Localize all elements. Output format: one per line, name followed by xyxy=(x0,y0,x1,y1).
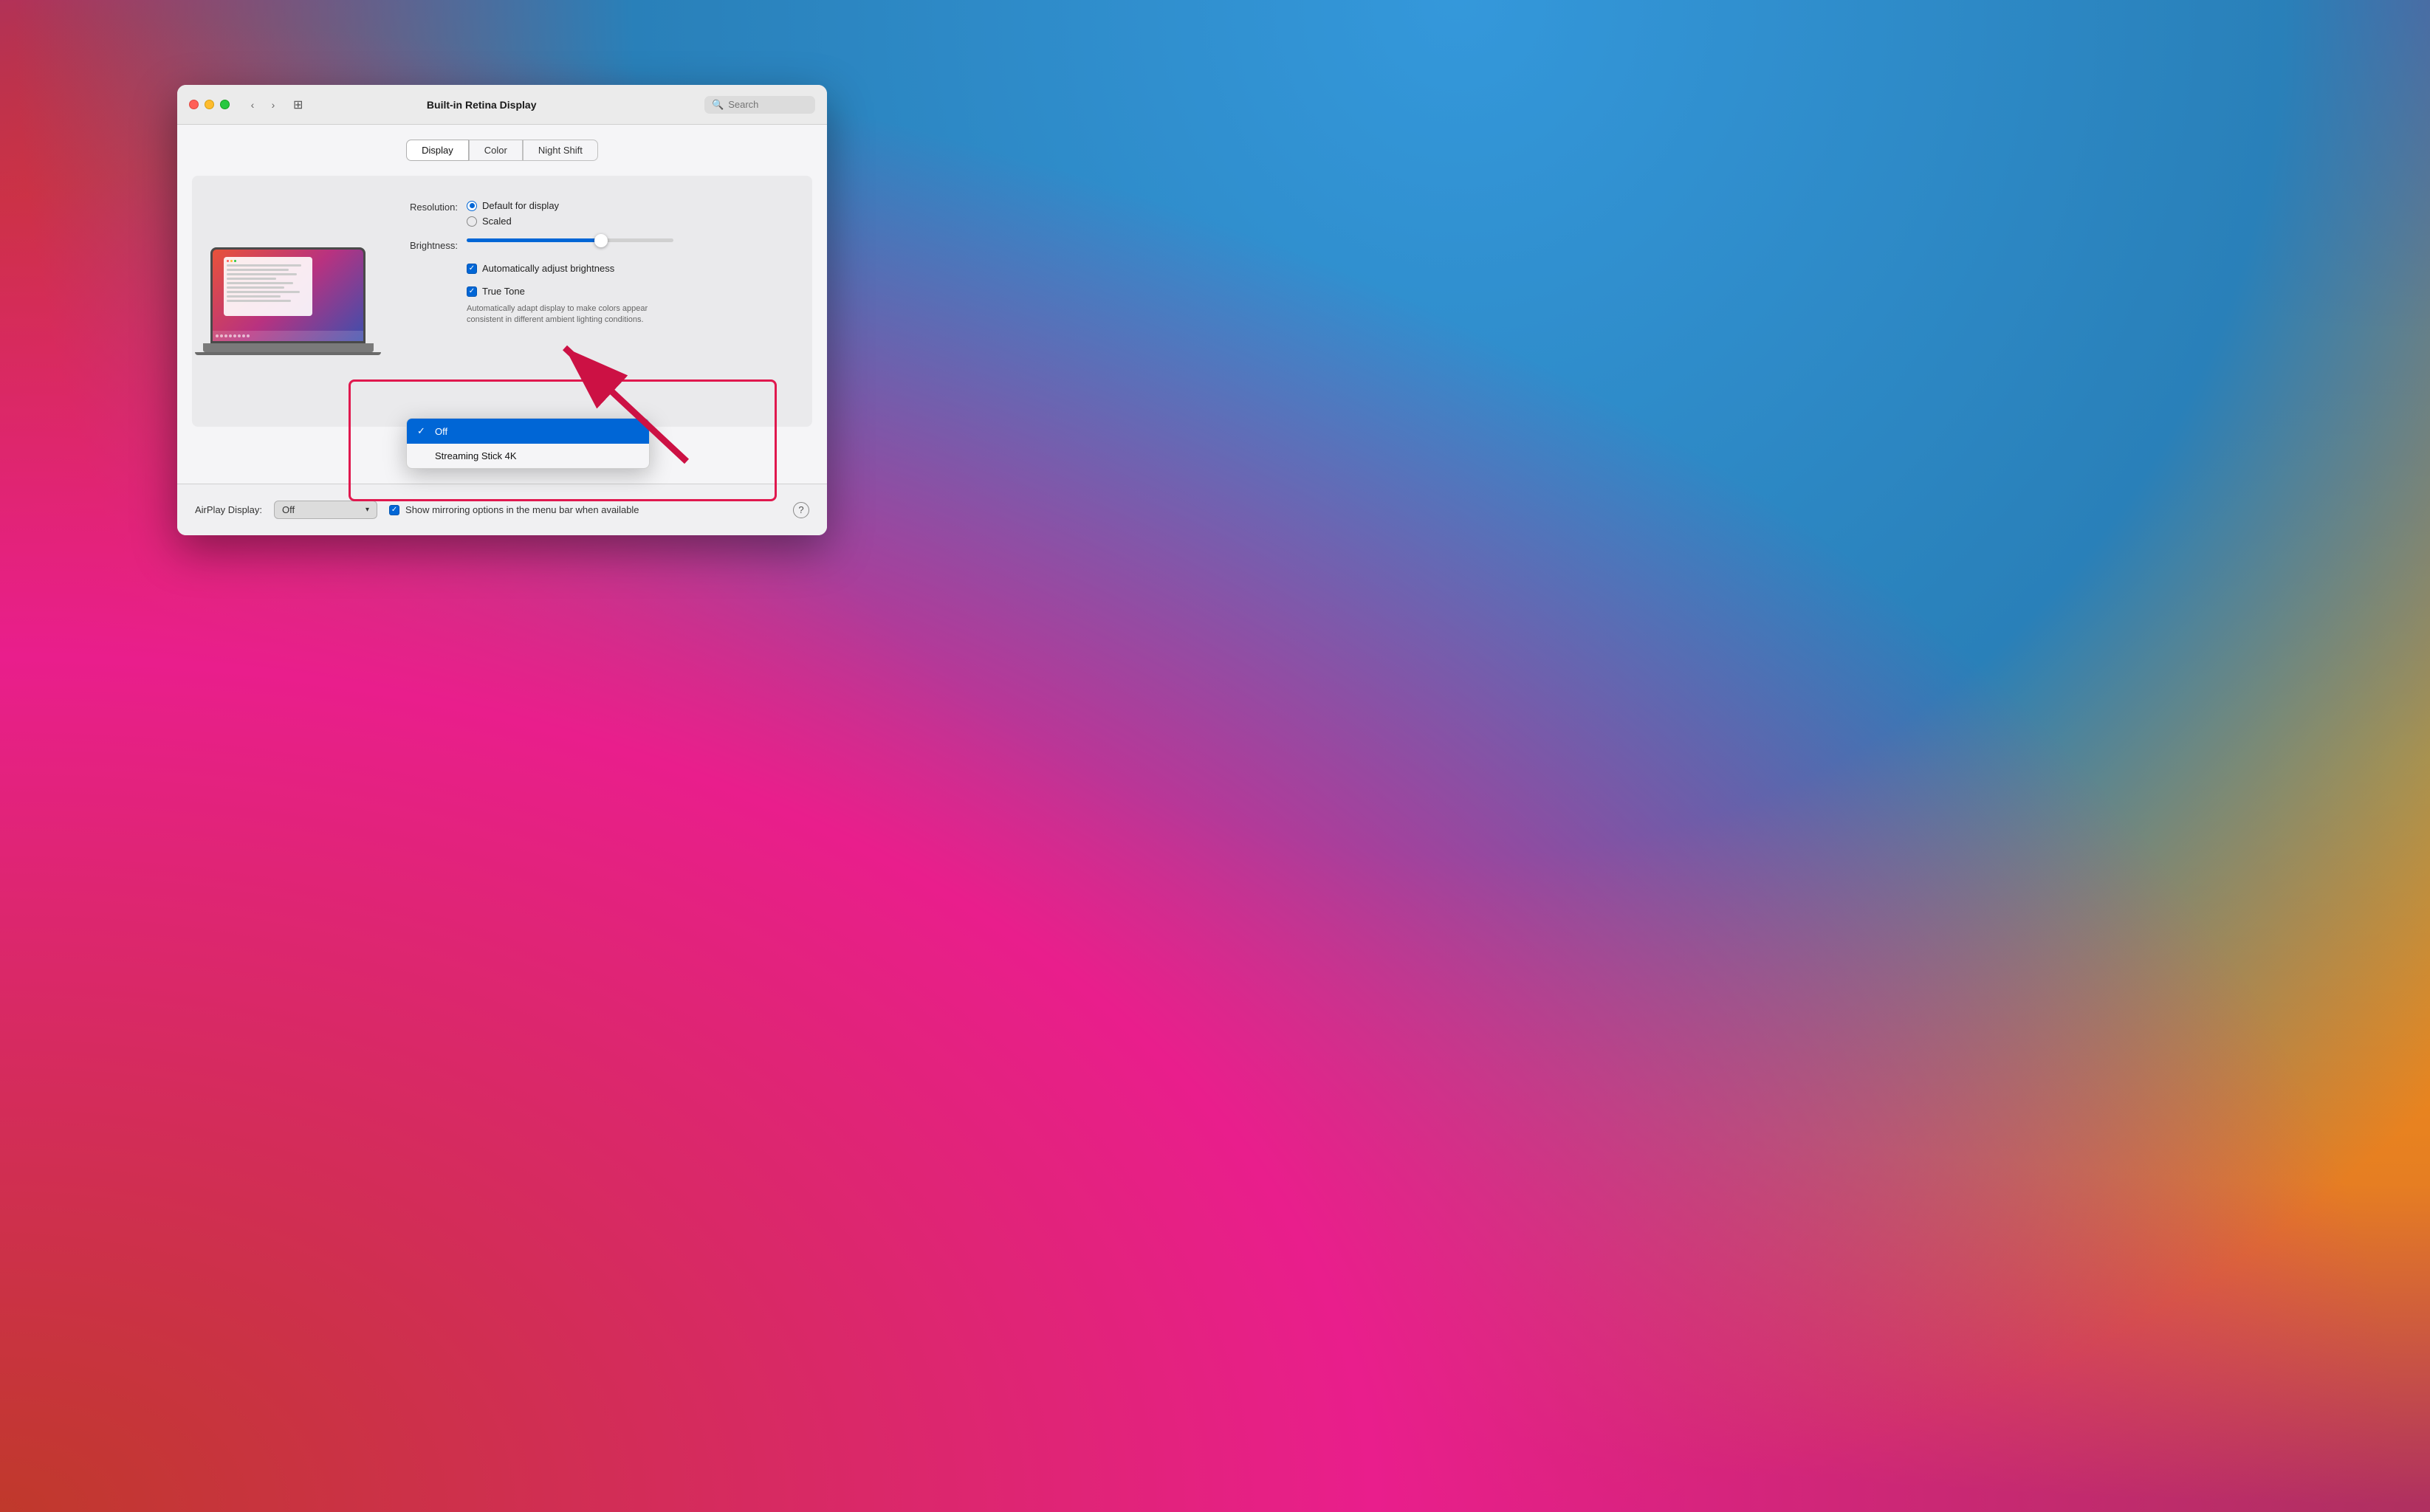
true-tone-label: True Tone xyxy=(482,286,525,297)
dropdown-streaming-label: Streaming Stick 4K xyxy=(435,450,517,461)
chevron-down-icon: ▾ xyxy=(365,506,369,514)
bottom-bar: AirPlay Display: Off ▾ ✓ Show mirroring … xyxy=(177,484,827,535)
mirroring-checkbox-box[interactable]: ✓ xyxy=(389,505,399,515)
show-mirroring-label: Show mirroring options in the menu bar w… xyxy=(405,504,639,515)
true-tone-check-icon: ✓ xyxy=(469,288,475,295)
laptop-illustration xyxy=(210,247,365,355)
laptop-base xyxy=(203,343,374,352)
true-tone-checkbox[interactable]: ✓ True Tone xyxy=(467,286,673,297)
options-area: Resolution: Default for display Scaled xyxy=(391,194,797,408)
radio-scaled[interactable]: Scaled xyxy=(467,216,559,227)
true-tone-controls: ✓ True Tone Automatically adapt display … xyxy=(467,286,673,326)
laptop-preview xyxy=(207,194,369,408)
brightness-slider-thumb[interactable] xyxy=(594,234,608,247)
dropdown-off-label: Off xyxy=(435,426,447,437)
brightness-controls xyxy=(467,238,673,242)
radio-scaled-icon xyxy=(467,216,477,227)
dropdown-item-streaming-stick[interactable]: Streaming Stick 4K xyxy=(407,444,649,468)
brightness-row: Brightness: xyxy=(391,238,797,251)
tab-night-shift[interactable]: Night Shift xyxy=(523,140,598,161)
search-input[interactable] xyxy=(728,99,808,110)
window-title: Built-in Retina Display xyxy=(267,99,696,111)
resolution-label: Resolution: xyxy=(391,200,458,213)
true-tone-checkbox-box: ✓ xyxy=(467,286,477,297)
radio-default-display[interactable]: Default for display xyxy=(467,200,559,211)
true-tone-description: Automatically adapt display to make colo… xyxy=(467,303,673,326)
close-button[interactable] xyxy=(189,100,199,109)
tab-bar: Display Color Night Shift xyxy=(192,140,812,161)
check-icon: ✓ xyxy=(417,425,429,437)
tab-display[interactable]: Display xyxy=(406,140,469,161)
settings-panel: Resolution: Default for display Scaled xyxy=(192,176,812,427)
screen-content xyxy=(213,250,363,341)
resolution-controls: Default for display Scaled xyxy=(467,200,559,227)
auto-brightness-label: Automatically adjust brightness xyxy=(482,263,614,274)
maximize-button[interactable] xyxy=(220,100,230,109)
laptop-foot xyxy=(195,352,381,355)
dropdown-item-off[interactable]: ✓ Off xyxy=(407,419,649,444)
auto-brightness-checkbox[interactable]: ✓ Automatically adjust brightness xyxy=(467,263,614,274)
screen-window xyxy=(224,257,312,316)
radio-default-icon xyxy=(467,201,477,211)
help-button[interactable]: ? xyxy=(793,502,809,518)
show-mirroring-row: ✓ Show mirroring options in the menu bar… xyxy=(389,504,639,515)
auto-brightness-check-icon: ✓ xyxy=(469,265,475,272)
auto-brightness-row: ✓ Automatically adjust brightness xyxy=(391,263,797,274)
search-bar[interactable]: 🔍 xyxy=(704,96,815,114)
titlebar: ‹ › ⊞ Built-in Retina Display 🔍 xyxy=(177,85,827,125)
back-button[interactable]: ‹ xyxy=(244,97,261,113)
brightness-slider-track[interactable] xyxy=(467,238,673,242)
mirroring-check-icon: ✓ xyxy=(391,506,397,514)
airplay-label: AirPlay Display: xyxy=(195,504,262,515)
minimize-button[interactable] xyxy=(205,100,214,109)
search-icon: 🔍 xyxy=(712,99,724,111)
auto-brightness-checkbox-box: ✓ xyxy=(467,264,477,274)
system-preferences-window: ‹ › ⊞ Built-in Retina Display 🔍 Display … xyxy=(177,85,827,535)
resolution-row: Resolution: Default for display Scaled xyxy=(391,200,797,227)
radio-default-label: Default for display xyxy=(482,200,559,211)
airplay-current-value: Off xyxy=(282,504,295,515)
radio-scaled-label: Scaled xyxy=(482,216,512,227)
tab-color[interactable]: Color xyxy=(469,140,523,161)
airplay-dropdown-popup: ✓ Off Streaming Stick 4K xyxy=(406,418,650,469)
laptop-screen xyxy=(210,247,365,343)
brightness-label: Brightness: xyxy=(391,238,458,251)
true-tone-row: ✓ True Tone Automatically adapt display … xyxy=(391,286,797,326)
airplay-dropdown-button[interactable]: Off ▾ xyxy=(274,501,377,519)
traffic-lights xyxy=(189,100,230,109)
